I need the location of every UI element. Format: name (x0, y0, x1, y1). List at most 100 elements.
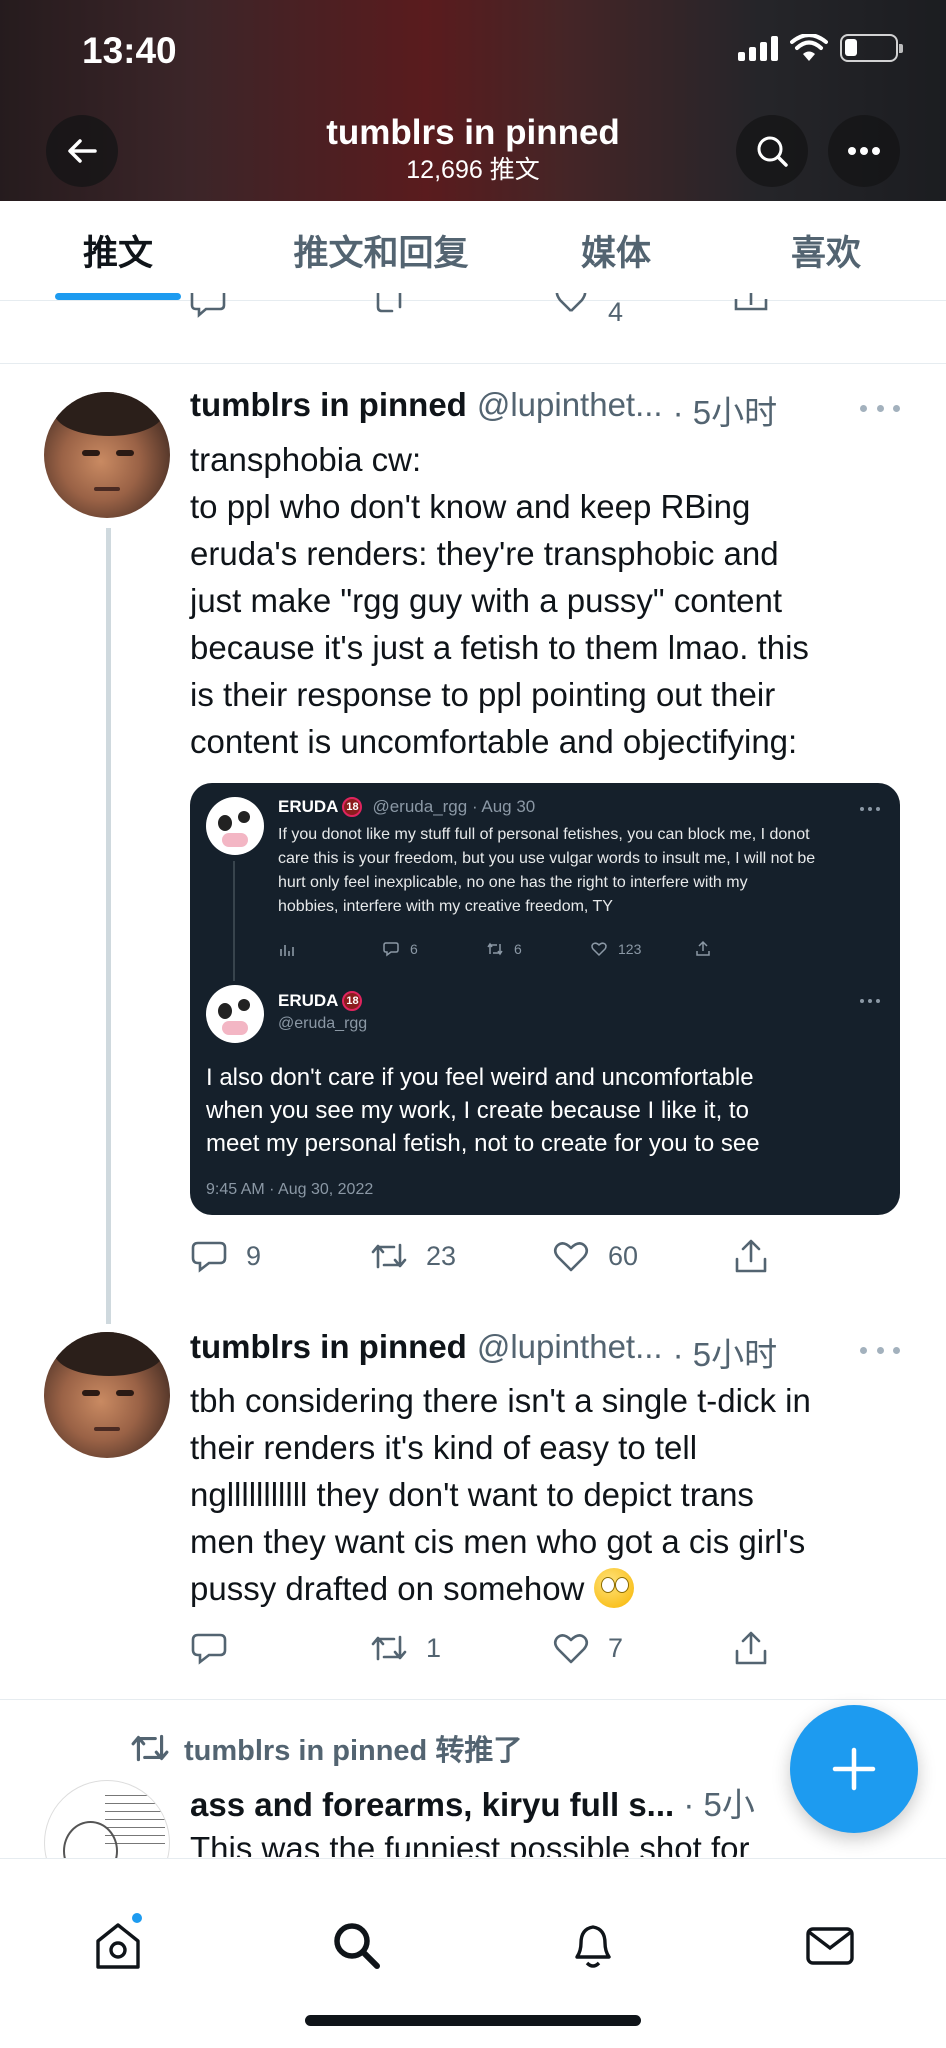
tab-media[interactable]: 媒体 (526, 201, 706, 300)
reply-icon (383, 942, 399, 957)
avatar[interactable] (44, 392, 170, 518)
age-badge: 18 (342, 797, 363, 817)
reply-button[interactable] (190, 292, 370, 332)
share-icon (735, 1239, 767, 1273)
more-button[interactable] (828, 115, 900, 187)
retweeted-label: tumblrs in pinned 转推了 (130, 1727, 522, 1769)
author-handle: @lupinthet... (476, 1328, 663, 1365)
retweet-icon (376, 293, 402, 313)
tweet-time: · 5小时 (672, 394, 778, 430)
tweet-more-button[interactable] (860, 1340, 900, 1360)
embed-line: care this is your freedom, but you use v… (278, 850, 816, 867)
tweet-line: their renders it's kind of easy to tell (190, 1429, 698, 1466)
retweet-count: 23 (426, 1240, 457, 1271)
reply-icon (190, 293, 226, 318)
share-button[interactable] (732, 1232, 770, 1280)
embed-thread-line (233, 861, 235, 981)
reply-button[interactable] (190, 1624, 370, 1672)
tweet-line-text: pussy drafted on somehow (190, 1570, 585, 1607)
like-button[interactable]: 7 (552, 1624, 732, 1672)
author-name[interactable]: ass and forearms, kiryu full s... (190, 1786, 674, 1823)
profile-tabs: 推文 推文和回复 媒体 喜欢 (0, 201, 946, 301)
retweeted-by-text: tumblrs in pinned 转推了 (184, 1735, 523, 1767)
reply-button[interactable]: 9 (190, 1232, 370, 1280)
embed-line: when you see my work, I create because I… (206, 1097, 749, 1124)
tweet-text: This was the funniest possible shot for (190, 1830, 750, 1857)
tweet-line: content is uncomfortable and objectifyin… (190, 723, 798, 760)
embed-line: hurt only feel inexplicable, no one has … (278, 874, 748, 891)
tweet-line: tbh considering there isn't a single t-d… (190, 1382, 811, 1419)
tweet-header: tumblrs in pinned @lupinthet... · 5小时 (190, 386, 890, 430)
tweet-line: is their response to ppl pointing out th… (190, 676, 776, 713)
tweet-line: nglllllllllll they don't want to depict … (190, 1476, 754, 1513)
prev-tweet-actions: 4 (190, 292, 810, 332)
bell-icon[interactable] (565, 1917, 621, 1973)
embed-line: If you donot like my stuff full of perso… (278, 826, 810, 843)
compose-tweet-button[interactable] (790, 1705, 918, 1833)
home-icon[interactable] (90, 1917, 146, 1973)
retweet-button[interactable] (370, 292, 552, 332)
more-dots-icon (848, 147, 880, 155)
share-icon (735, 1631, 767, 1665)
like-count: 4 (608, 296, 624, 327)
like-button[interactable]: 60 (552, 1232, 732, 1280)
embed-replies: 6 (382, 940, 486, 958)
search-button[interactable] (736, 115, 808, 187)
embed-author-2: ERUDA 18 (278, 991, 363, 1011)
embed-post-text: If you donot like my stuff full of perso… (278, 823, 878, 919)
author-name[interactable]: tumblrs in pinned (190, 1328, 467, 1372)
tab-tweets-and-replies[interactable]: 推文和回复 (236, 201, 526, 300)
embed-retweets: 6 (486, 940, 590, 958)
embed-line: hobbies, interfere with my creative free… (278, 898, 613, 915)
embed-like-count: 123 (618, 941, 642, 957)
analytics-icon (278, 940, 382, 958)
search-icon (757, 136, 788, 167)
tab-likes[interactable]: 喜欢 (706, 201, 946, 300)
embed-handle: @eruda_rgg (278, 1015, 368, 1032)
embed-meta: @eruda_rgg · Aug 30 (372, 797, 536, 816)
explore-search-icon[interactable] (328, 1917, 384, 1973)
reply-count: 9 (246, 1240, 262, 1271)
signal-icon (738, 35, 778, 61)
divider (0, 363, 946, 364)
wifi-icon (790, 34, 828, 61)
tab-tweets[interactable]: 推文 (0, 201, 236, 300)
author-handle: @lupinthet... (476, 386, 663, 423)
status-time: 13:40 (82, 30, 177, 71)
retweet-button[interactable]: 1 (370, 1624, 552, 1672)
heart-icon (591, 942, 607, 957)
tweet-line: because it's just a fetish to them lmao.… (190, 629, 809, 666)
embed-timestamp: 9:45 AM · Aug 30, 2022 (206, 1181, 374, 1198)
share-icon (694, 940, 798, 958)
avatar[interactable] (44, 1332, 170, 1458)
retweet-icon (131, 1734, 169, 1762)
divider (0, 1699, 946, 1700)
retweet-button[interactable]: 23 (370, 1232, 552, 1280)
like-button[interactable]: 4 (552, 292, 732, 332)
mail-icon[interactable] (802, 1917, 858, 1973)
tweet-time: · 5小时 (672, 1336, 778, 1372)
embed-author: ERUDA 18 @eruda_rgg · Aug 30 (278, 797, 535, 817)
embed-actions: 6 6 123 (278, 940, 798, 958)
tweet-line: eruda's renders: they're transphobic and (190, 535, 779, 572)
profile-header: 13:40 tumblrs in pinned 12,696 推文 (0, 0, 946, 201)
tweet-line: men they want cis men who got a cis girl… (190, 1523, 806, 1560)
tweet-line: transphobia cw: (190, 441, 422, 478)
tweet-actions: 1 7 (190, 1624, 810, 1672)
share-button[interactable] (732, 292, 770, 332)
status-icons (738, 34, 903, 62)
tweet-more-button[interactable] (860, 398, 900, 418)
share-button[interactable] (732, 1624, 770, 1672)
tweet-time: · 5小 (683, 1786, 755, 1823)
share-icon (734, 293, 768, 311)
author-name[interactable]: tumblrs in pinned (190, 386, 467, 430)
embed-post-text-2: I also don't care if you feel weird and … (206, 1061, 886, 1160)
embed-more-icon (860, 999, 880, 1003)
reply-icon (191, 1633, 227, 1665)
embed-retweet-count: 6 (514, 941, 522, 957)
tweet-media-image[interactable]: ERUDA 18 @eruda_rgg · Aug 30 If you dono… (190, 783, 900, 1215)
tweet-actions: 9 23 60 (190, 1232, 810, 1280)
like-count: 60 (608, 1240, 639, 1271)
embed-author-name: ERUDA (278, 991, 339, 1010)
embed-more-icon (860, 807, 880, 811)
